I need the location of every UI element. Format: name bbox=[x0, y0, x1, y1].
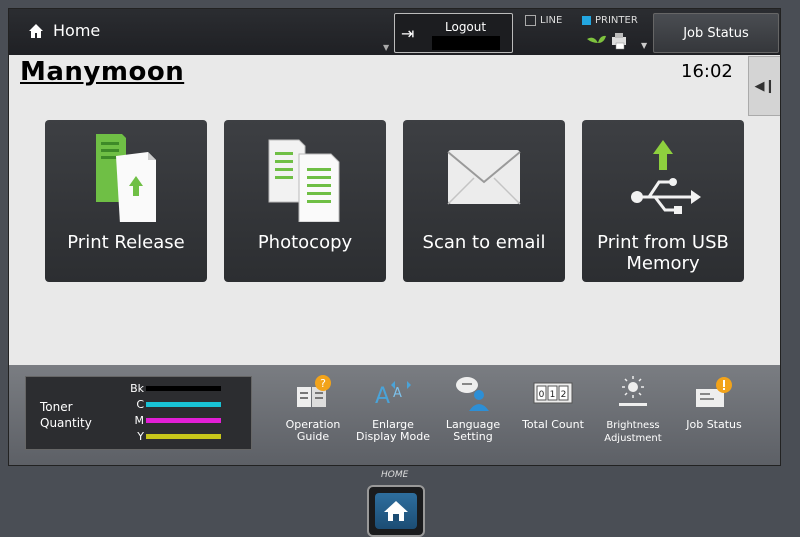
line-label: LINE bbox=[540, 15, 563, 26]
top-bar: Home ▼ ⇥ Logout LINE PRINTER ▼ Job Statu… bbox=[9, 9, 780, 55]
toner-bar-y bbox=[146, 434, 221, 439]
brightness-icon bbox=[619, 376, 647, 406]
tile-label: Print from USB Memory bbox=[597, 232, 729, 274]
toner-quantity-panel: Toner Quantity Bk C M Y bbox=[25, 376, 252, 450]
tile-label: Print Release bbox=[67, 232, 185, 253]
toner-bar-c bbox=[146, 402, 221, 407]
svg-text:A: A bbox=[375, 384, 390, 409]
language-setting-icon bbox=[456, 377, 489, 411]
brightness-adjustment-button[interactable]: Brightness Adjustment bbox=[596, 373, 670, 465]
tile-print-release[interactable]: Print Release bbox=[45, 120, 207, 282]
enlarge-display-icon: A A bbox=[375, 381, 411, 409]
language-setting-label: Language Setting bbox=[445, 418, 501, 443]
toner-channel-label: C bbox=[136, 398, 144, 411]
job-status-tray-label: Job Status bbox=[686, 418, 742, 431]
clock: 16:02 bbox=[681, 61, 733, 82]
scan-email-icon bbox=[447, 150, 521, 205]
printer-dropdown-icon: ▼ bbox=[641, 41, 648, 50]
printer-status: PRINTER bbox=[582, 15, 638, 26]
toner-bar-m bbox=[146, 418, 221, 423]
usb-print-icon bbox=[631, 140, 701, 214]
svg-text:?: ? bbox=[320, 377, 326, 390]
total-count-button[interactable]: 0 1 2 Total Count bbox=[516, 373, 590, 465]
line-status: LINE bbox=[525, 15, 562, 26]
tile-print-from-usb[interactable]: Print from USB Memory bbox=[582, 120, 744, 282]
home-icon bbox=[29, 23, 43, 38]
eco-printer-icon bbox=[587, 33, 626, 50]
toner-channel-label: M bbox=[134, 414, 145, 427]
tile-label: Photocopy bbox=[257, 232, 353, 253]
printer-indicator-icon bbox=[582, 16, 591, 25]
job-status-icon bbox=[696, 377, 732, 407]
job-status-tray-button[interactable]: Job Status bbox=[677, 373, 751, 465]
physical-home-label: HOME bbox=[381, 470, 409, 480]
physical-home-button[interactable] bbox=[367, 485, 425, 537]
enlarge-display-label: Enlarge Display Mode bbox=[356, 418, 431, 443]
total-count-label: Total Count bbox=[522, 418, 584, 431]
touch-screen: Home ▼ ⇥ Logout LINE PRINTER ▼ Job Statu… bbox=[8, 8, 781, 466]
print-release-icon bbox=[96, 134, 156, 222]
job-status-button[interactable]: Job Status bbox=[653, 13, 779, 53]
tile-scan-to-email[interactable]: Scan to email bbox=[403, 120, 565, 282]
side-panel-toggle[interactable]: ◀❙ bbox=[748, 56, 780, 116]
logout-button[interactable]: ⇥ Logout bbox=[394, 13, 513, 53]
operation-guide-label: Operation Guide bbox=[285, 418, 341, 443]
language-setting-button[interactable]: Language Setting bbox=[436, 373, 510, 465]
redacted-user-box bbox=[432, 36, 500, 50]
brand-title: Manymoon bbox=[20, 57, 185, 87]
home-tab[interactable]: Home bbox=[27, 21, 100, 40]
svg-text:0: 0 bbox=[539, 390, 545, 400]
photocopy-icon bbox=[268, 139, 340, 222]
operation-guide-button[interactable]: ? Operation Guide bbox=[276, 373, 350, 465]
job-status-label: Job Status bbox=[683, 25, 749, 41]
printer-label: PRINTER bbox=[595, 15, 638, 26]
bottom-tray: Toner Quantity Bk C M Y ? Operation Guid… bbox=[9, 365, 780, 465]
tile-photocopy[interactable]: Photocopy bbox=[224, 120, 386, 282]
logout-icon: ⇥ bbox=[401, 24, 415, 43]
toner-bar-bk bbox=[146, 386, 221, 391]
line-indicator-icon bbox=[525, 15, 536, 26]
collapse-left-icon: ◀❙ bbox=[754, 78, 776, 94]
logout-label: Logout bbox=[445, 20, 487, 34]
svg-text:1: 1 bbox=[550, 390, 556, 400]
operation-guide-icon: ? bbox=[297, 375, 331, 407]
brightness-adjustment-label: Brightness Adjustment bbox=[604, 420, 662, 444]
svg-text:2: 2 bbox=[561, 390, 567, 400]
enlarge-display-button[interactable]: A A Enlarge Display Mode bbox=[356, 373, 430, 465]
dropdown-arrow-icon: ▼ bbox=[383, 43, 390, 52]
toner-quantity-label: Toner Quantity bbox=[40, 400, 92, 430]
total-count-icon: 0 1 2 bbox=[533, 382, 573, 404]
toner-channel-label: Bk bbox=[130, 382, 144, 395]
tile-label: Scan to email bbox=[422, 232, 546, 253]
home-icon bbox=[384, 501, 408, 521]
toner-channel-label: Y bbox=[137, 430, 144, 443]
home-tab-label: Home bbox=[53, 21, 101, 40]
